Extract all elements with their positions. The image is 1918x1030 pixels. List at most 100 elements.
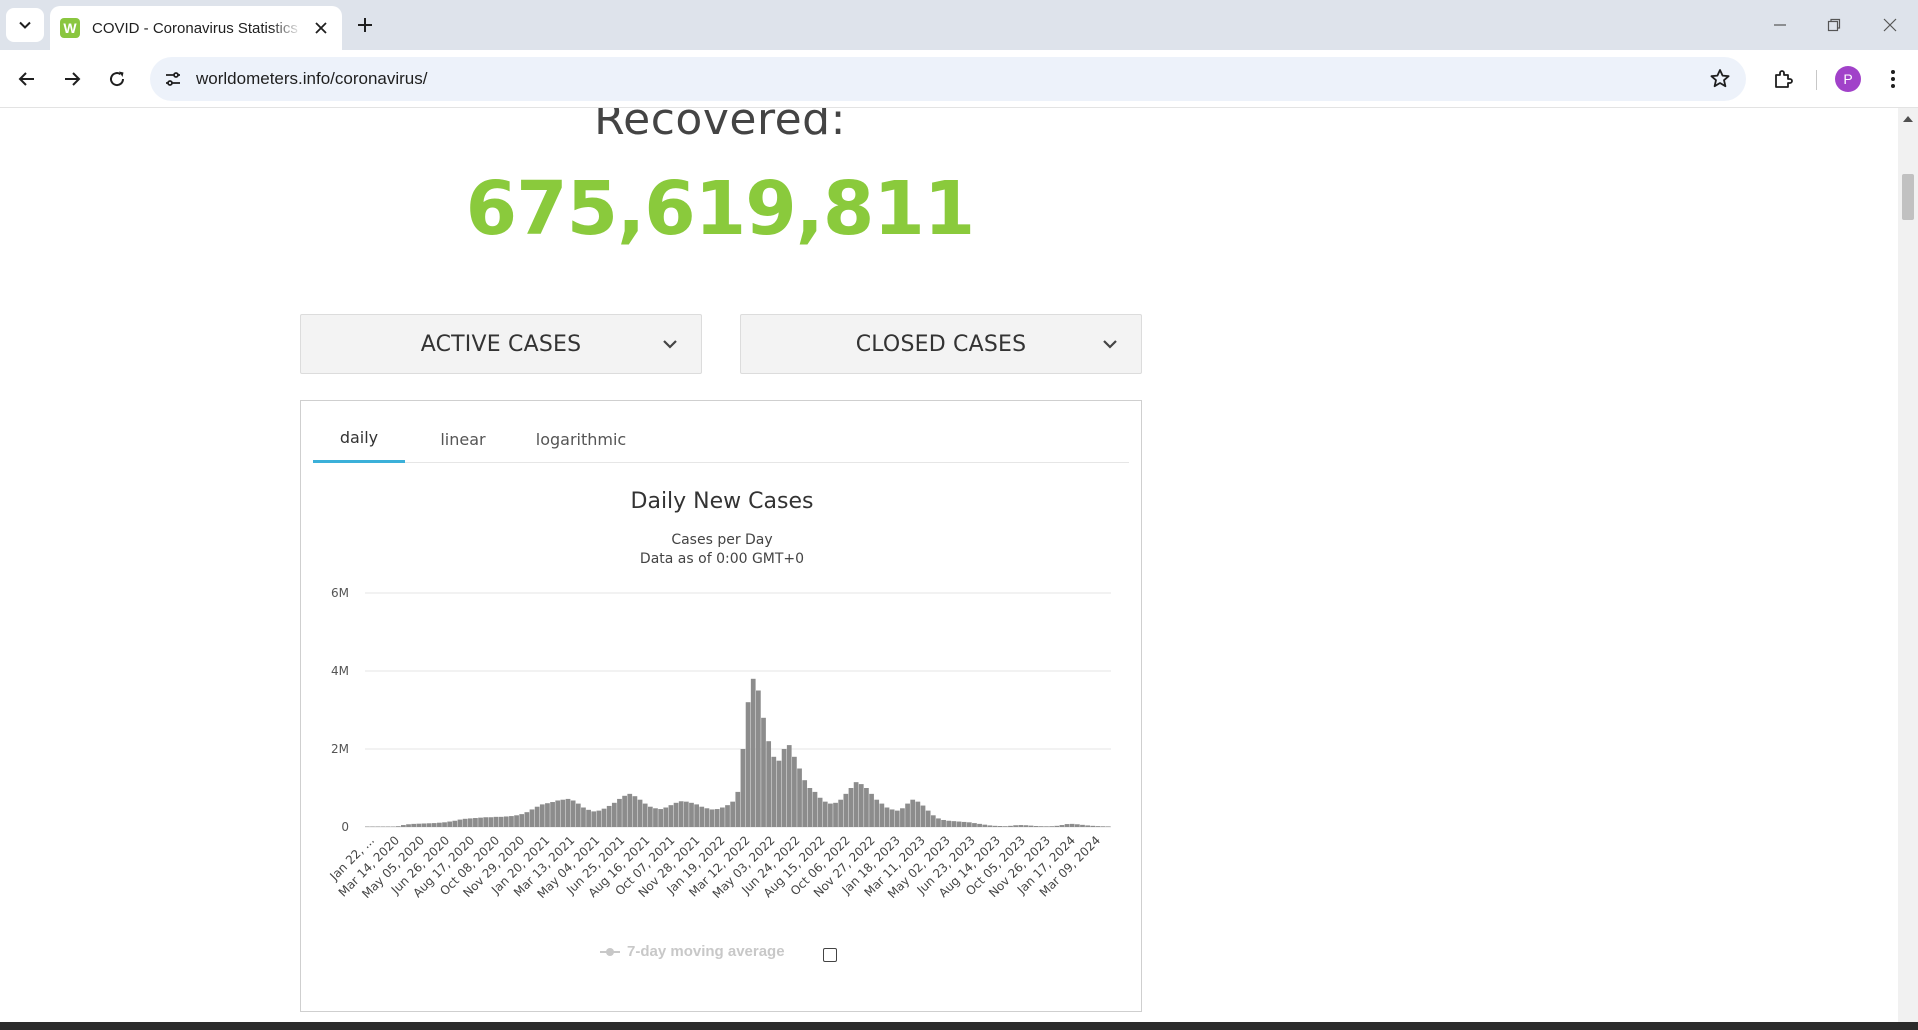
page-viewport: Recovered: 675,619,811 ACTIVE CASES CLOS… — [0, 108, 1898, 1022]
chart-bar — [1085, 825, 1091, 827]
chart-bar — [951, 821, 957, 827]
recovered-label: Recovered: — [594, 108, 846, 145]
vertical-scrollbar[interactable] — [1898, 108, 1918, 1022]
chart-bar — [756, 690, 761, 827]
reload-icon — [110, 71, 125, 87]
tab-daily[interactable]: daily — [313, 415, 405, 463]
chart-bar — [570, 800, 576, 827]
y-tick-label: 2M — [331, 742, 349, 756]
chart-subtitle-line2: Data as of 0:00 GMT+0 — [639, 551, 805, 567]
chart-bar — [442, 822, 447, 827]
chart-bar — [421, 823, 427, 827]
chart-bar — [869, 793, 874, 827]
site-info-button[interactable] — [162, 68, 184, 90]
chart-bar — [884, 807, 890, 827]
chart-bar — [550, 802, 555, 827]
close-icon — [1883, 18, 1897, 32]
chart-bar — [725, 805, 730, 827]
chart-bar — [478, 817, 483, 827]
chart-bar — [426, 823, 432, 827]
chart-bar — [956, 821, 962, 827]
url-text[interactable]: worldometers.info/coronavirus/ — [196, 69, 427, 89]
chart-bar — [545, 803, 550, 827]
plus-icon — [358, 18, 372, 32]
chart-bar — [560, 799, 566, 827]
bookmark-star-icon[interactable] — [1708, 67, 1732, 91]
browser-tab[interactable]: W COVID - Coronavirus Statistics - World… — [50, 6, 342, 50]
chart-bar — [1044, 826, 1049, 827]
recovered-count: 675,619,811 — [465, 166, 976, 252]
chart-bar — [509, 816, 514, 827]
chart-bar — [658, 809, 663, 827]
chart-bar — [601, 808, 607, 827]
new-tab-button[interactable] — [352, 12, 378, 38]
active-cases-dropdown[interactable]: ACTIVE CASES — [300, 314, 702, 374]
tab-logarithmic[interactable]: logarithmic — [523, 415, 639, 463]
reload-button[interactable] — [100, 62, 134, 96]
close-window-button[interactable] — [1870, 10, 1910, 40]
chart-bar — [776, 760, 782, 827]
chart-bar — [539, 804, 545, 827]
moving-average-checkbox[interactable] — [823, 948, 837, 962]
worldometer-favicon-icon: W — [60, 18, 80, 38]
chart-bar — [1033, 826, 1039, 827]
chart-bar — [622, 795, 627, 827]
tab-close-button[interactable] — [310, 17, 332, 39]
chart-bar — [961, 821, 967, 827]
chart-bar — [822, 801, 828, 827]
chart-bar — [771, 756, 777, 827]
chevron-down-icon — [19, 21, 31, 29]
minimize-button[interactable] — [1760, 10, 1800, 40]
chart-bar — [704, 808, 710, 827]
browser-menu-button[interactable] — [1876, 62, 1910, 96]
chart-bar — [894, 810, 900, 827]
chart-bar — [498, 816, 504, 827]
arrow-right-icon — [65, 72, 81, 86]
chart-bar — [632, 796, 638, 827]
chart-bar — [946, 820, 952, 827]
chart-bar — [930, 815, 936, 827]
chart-bar — [596, 810, 602, 827]
profile-avatar[interactable]: P — [1835, 66, 1861, 92]
back-button[interactable] — [10, 62, 44, 96]
chart-panel: daily linear logarithmic Daily New Cases… — [300, 400, 1142, 1012]
chart-bar — [858, 784, 864, 827]
chart-bar — [385, 826, 391, 827]
chart-bar — [730, 801, 736, 827]
tab-title: COVID - Coronavirus Statistics - Worldom… — [92, 19, 302, 37]
legend-moving-average[interactable]: 7-day moving average — [599, 943, 785, 960]
scroll-up-arrow-icon[interactable] — [1903, 116, 1913, 122]
chart-bar — [401, 825, 406, 827]
tab-search-button[interactable] — [6, 8, 44, 42]
scrollbar-thumb[interactable] — [1902, 174, 1914, 220]
chart-bar — [920, 805, 926, 827]
window-bottom-edge — [0, 1022, 1918, 1030]
closed-cases-dropdown[interactable]: CLOSED CASES — [740, 314, 1142, 374]
chart-bar — [1069, 823, 1075, 827]
chart-bar — [365, 826, 370, 827]
chart-bar — [987, 825, 993, 827]
chart-bar — [653, 808, 658, 827]
chart-bar — [1100, 826, 1106, 827]
forward-button[interactable] — [55, 62, 89, 96]
tab-linear[interactable]: linear — [419, 415, 507, 463]
more-vert-icon — [1891, 70, 1895, 88]
chart-bar — [792, 756, 797, 827]
chart-bar — [766, 741, 772, 827]
chart-bar — [812, 791, 818, 827]
chart-bar — [761, 717, 766, 827]
chart-bar — [1054, 825, 1060, 827]
address-bar[interactable]: worldometers.info/coronavirus/ — [150, 57, 1746, 101]
chevron-down-icon — [663, 340, 677, 349]
browser-toolbar: worldometers.info/coronavirus/ P — [0, 50, 1918, 108]
chart-bar — [750, 678, 756, 827]
chart-bar — [683, 801, 689, 827]
chart-bar — [370, 826, 375, 827]
chart-bar — [473, 818, 478, 827]
daily-new-cases-chart: 02M4M6MJan 22, ...Mar 14, 2020May 05, 20… — [326, 586, 1111, 901]
extensions-button[interactable] — [1766, 62, 1800, 96]
chart-bar — [1059, 825, 1065, 827]
chart-bar — [714, 809, 720, 827]
restore-button[interactable] — [1814, 10, 1854, 40]
y-tick-label: 0 — [341, 820, 349, 834]
